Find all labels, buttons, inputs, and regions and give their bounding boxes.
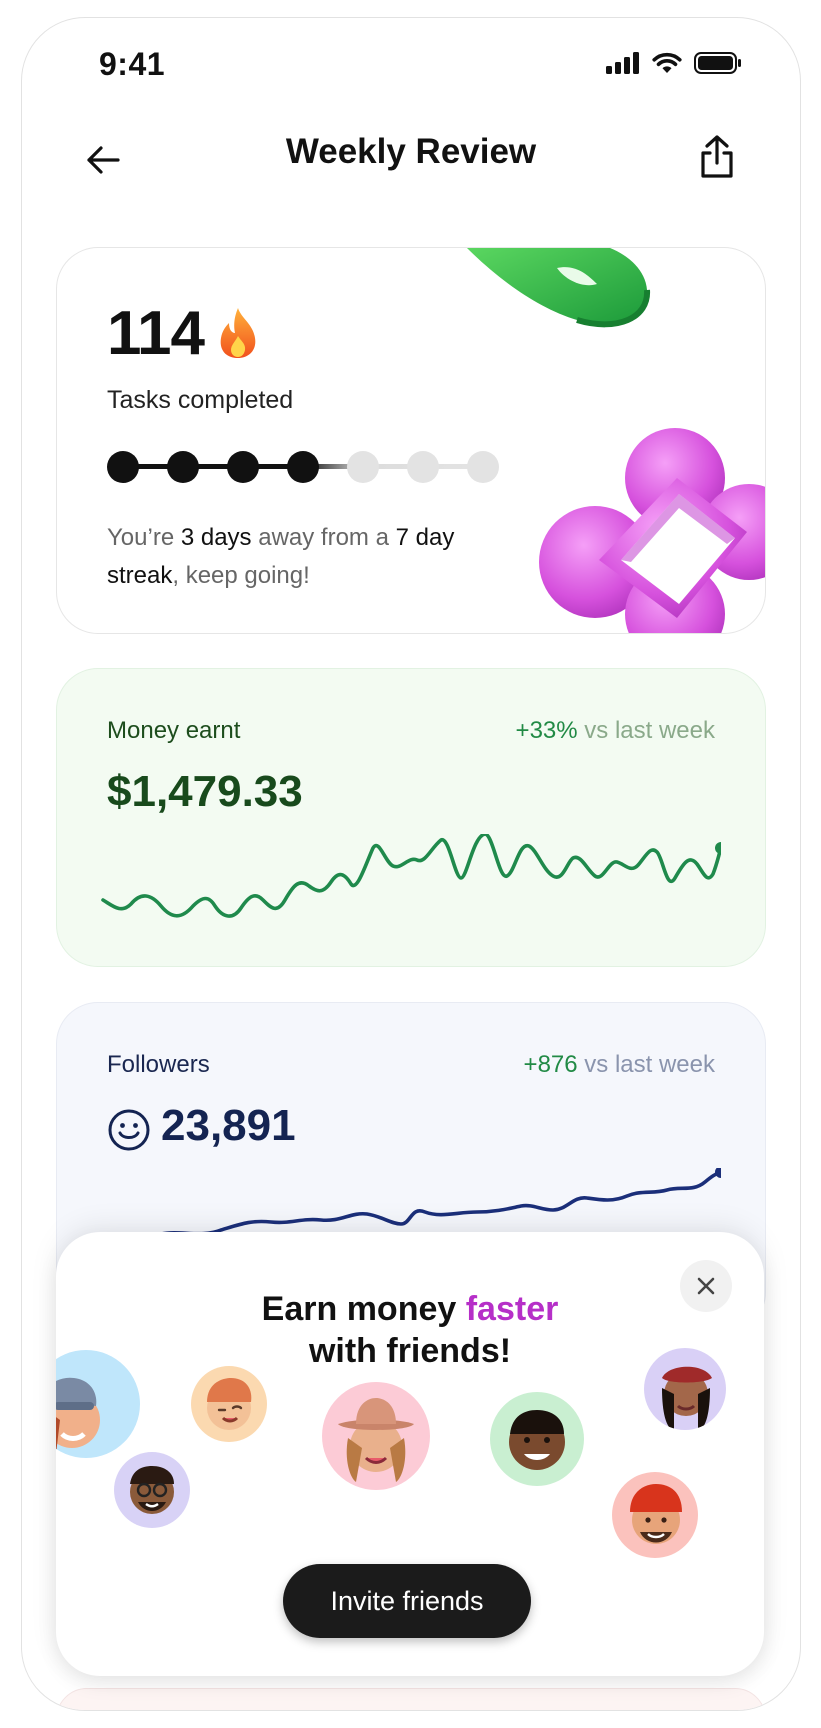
share-icon: [701, 135, 733, 178]
fire-icon: [220, 308, 256, 358]
streak-dot-pending: [467, 451, 499, 483]
streak-progress: [107, 446, 527, 486]
streak-dot-completed: [107, 451, 139, 483]
streak-line-remaining: [302, 464, 482, 469]
tasks-count: 114: [107, 299, 205, 368]
money-amount: $1,479.33: [107, 767, 303, 816]
invite-sheet: Earn money faster with friends! Invite f…: [56, 1232, 764, 1676]
money-trend-chart: [101, 834, 721, 918]
friend-avatar: [114, 1452, 190, 1528]
friend-avatar: [612, 1472, 698, 1558]
wifi-icon: [652, 52, 682, 73]
streak-dot-completed: [167, 451, 199, 483]
tasks-card: 114 Tasks completed You’re 3 days away f…: [56, 247, 766, 634]
streak-dot-completed: [227, 451, 259, 483]
money-change: +33% vs last week: [515, 717, 715, 744]
green-shape-decoration: [467, 248, 651, 328]
tasks-label: Tasks completed: [107, 386, 294, 414]
friend-avatar: [191, 1366, 267, 1442]
signal-icon: [606, 52, 639, 74]
streak-dot-completed: [287, 451, 319, 483]
smile-icon: [108, 1109, 150, 1151]
phone-frame: 9:41 Weekly Review 114 Tasks completed Y…: [21, 17, 801, 1711]
purple-shape-decoration: [539, 428, 765, 633]
friend-avatar: [322, 1382, 430, 1490]
friend-avatar: [644, 1348, 726, 1430]
page-title: Weekly Review: [285, 132, 537, 171]
streak-message: You’re 3 days away from a 7 day streak, …: [107, 524, 455, 589]
close-icon: [697, 1277, 715, 1295]
streak-dot-pending: [407, 451, 439, 483]
next-card-peek: [56, 1688, 766, 1710]
invite-friends-button[interactable]: Invite friends: [283, 1564, 531, 1638]
followers-change: +876 vs last week: [523, 1051, 715, 1078]
money-card[interactable]: Money earnt +33% vs last week $1,479.33: [56, 668, 766, 967]
money-label: Money earnt: [107, 717, 241, 744]
followers-label: Followers: [107, 1051, 210, 1078]
friend-avatar: [490, 1392, 584, 1486]
status-time: 9:41: [99, 46, 166, 82]
close-button[interactable]: [680, 1260, 732, 1312]
followers-amount: 23,891: [161, 1101, 296, 1150]
status-icons: [606, 52, 742, 74]
streak-line-completed: [122, 464, 302, 469]
share-button[interactable]: [692, 129, 742, 185]
battery-icon: [694, 52, 741, 74]
streak-dot-pending: [347, 451, 379, 483]
